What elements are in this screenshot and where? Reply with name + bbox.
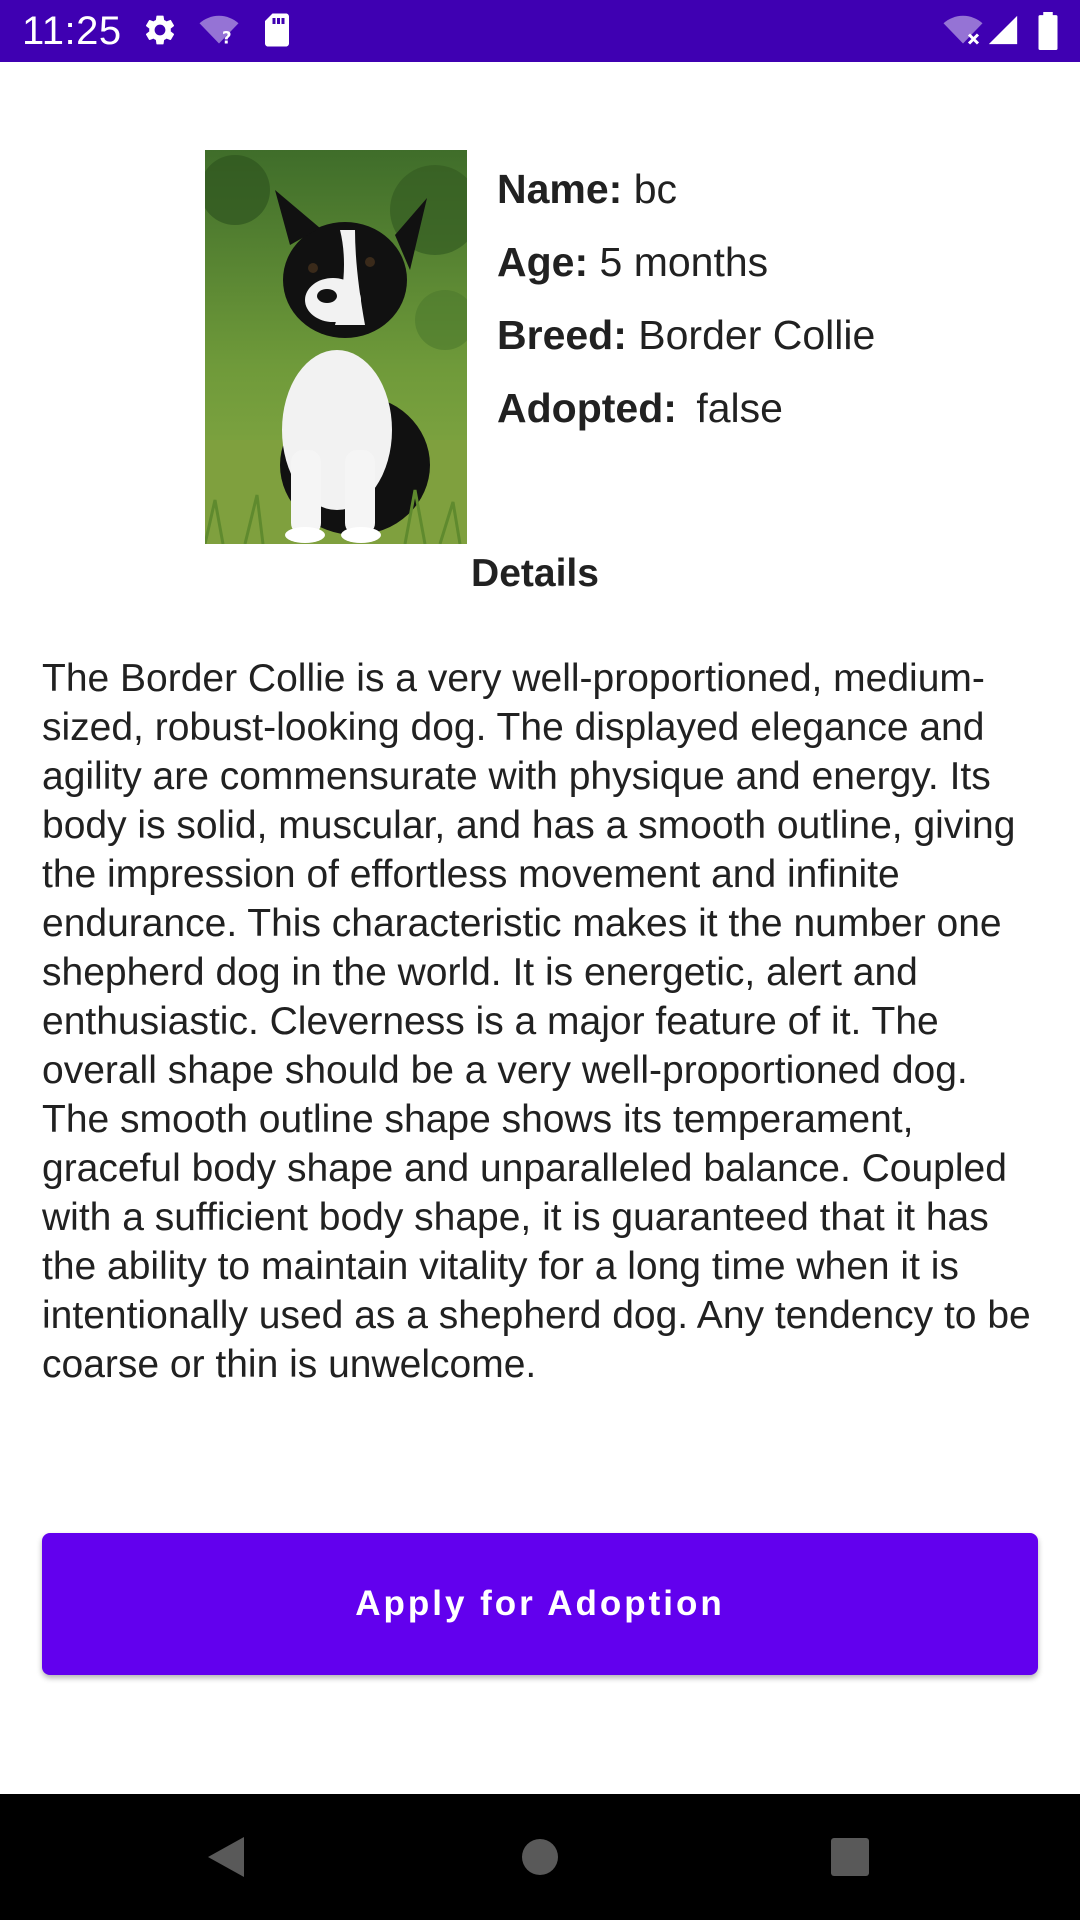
pet-age-row: Age: 5 months	[497, 237, 768, 287]
pet-name-row: Name: bc	[497, 164, 677, 214]
back-icon	[208, 1837, 244, 1877]
details-heading: Details	[471, 552, 599, 595]
home-icon	[522, 1839, 558, 1875]
pet-breed-row: Breed: Border Collie	[497, 310, 875, 360]
pet-photo	[205, 150, 467, 544]
apply-for-adoption-button[interactable]: Apply for Adoption	[42, 1533, 1038, 1675]
breed-value: Border Collie	[638, 312, 876, 358]
sd-card-icon	[265, 13, 289, 47]
age-label: Age:	[497, 239, 589, 285]
navigation-bar	[0, 1794, 1080, 1920]
name-value: bc	[633, 166, 678, 212]
breed-label: Breed:	[497, 312, 627, 358]
adopted-label: Adopted:	[497, 385, 677, 431]
status-bar: 11:25 ?	[0, 0, 1080, 62]
age-value: 5 months	[599, 239, 769, 285]
signal-icon	[988, 15, 1018, 45]
home-button[interactable]	[460, 1794, 620, 1920]
recents-button[interactable]	[770, 1794, 930, 1920]
name-label: Name:	[497, 166, 623, 212]
back-button[interactable]	[146, 1794, 306, 1920]
battery-icon	[1038, 12, 1058, 50]
svg-text:?: ?	[222, 29, 232, 48]
details-description: The Border Collie is a very well-proport…	[42, 657, 1031, 1386]
pet-detail-screen: Name: bc Age: 5 months Breed: Border Col…	[0, 62, 1080, 1794]
adopted-value: false	[696, 385, 783, 431]
recents-icon	[831, 1838, 869, 1876]
gear-icon	[145, 15, 175, 45]
status-time: 11:25	[22, 9, 122, 53]
wifi-x-icon	[943, 15, 983, 45]
wifi-question-icon: ?	[199, 15, 239, 48]
pet-adopted-row: Adopted: false	[497, 383, 783, 433]
